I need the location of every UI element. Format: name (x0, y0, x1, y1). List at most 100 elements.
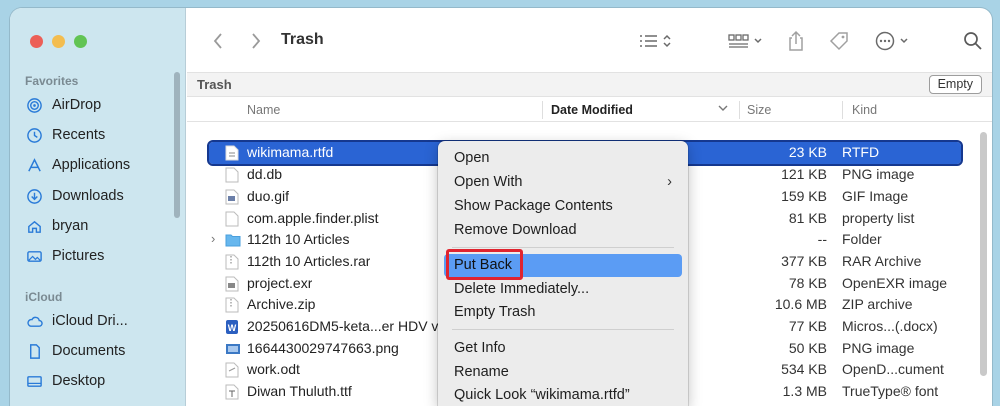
file-size: 1.3 MB (782, 383, 827, 399)
column-header-size[interactable]: Size (747, 103, 771, 117)
column-divider[interactable] (542, 101, 543, 119)
sidebar-item-bryan[interactable]: bryan (26, 215, 88, 237)
menu-separator (452, 247, 674, 248)
sidebar-item-applications[interactable]: Applications (26, 154, 130, 176)
menu-item-label: Open With (454, 174, 523, 190)
file-name: 112th 10 Articles.rar (247, 253, 371, 269)
menu-item-rename[interactable]: Rename (444, 361, 682, 384)
window-title: Trash (281, 31, 324, 48)
file-size: 121 KB (781, 166, 827, 182)
menu-item-get-info[interactable]: Get Info (444, 337, 682, 360)
image-thumbnail-icon (226, 344, 240, 354)
column-divider[interactable] (842, 101, 843, 119)
sort-chevron-icon (718, 102, 728, 116)
menu-item-empty-trash[interactable]: Empty Trash (444, 301, 682, 324)
tags-button[interactable] (827, 29, 851, 53)
file-kind: TrueType® font (842, 383, 939, 399)
sidebar-item-label: Documents (52, 343, 126, 359)
word-document-icon: W (226, 320, 238, 334)
more-actions-button[interactable] (873, 29, 917, 53)
chevron-right-icon (252, 33, 261, 49)
archive-file-icon (225, 254, 239, 270)
menu-item-quick-look[interactable]: Quick Look “wikimama.rtfd” (444, 384, 682, 406)
home-icon (28, 220, 41, 233)
column-header-name[interactable]: Name (247, 103, 280, 117)
file-kind: OpenD...cument (842, 361, 944, 377)
close-window-button[interactable] (30, 35, 43, 48)
svg-text:W: W (228, 323, 237, 333)
file-size: 81 KB (788, 210, 827, 226)
menu-item-show-package-contents[interactable]: Show Package Contents (444, 195, 682, 218)
file-name: 20250616DM5-keta...er HDV v (247, 318, 439, 334)
sidebar-item-label: Recents (52, 127, 106, 143)
file-size: 159 KB (781, 188, 827, 204)
file-icon (225, 211, 239, 227)
grid-icon (728, 34, 762, 48)
file-size: 78 KB (788, 275, 827, 291)
file-size: 77 KB (788, 318, 827, 334)
ellipsis-circle-icon (875, 31, 908, 51)
file-kind: Folder (842, 231, 882, 247)
photo-icon (27, 250, 42, 262)
file-name: Archive.zip (247, 296, 316, 312)
sidebar-item-recents[interactable]: Recents (26, 124, 105, 146)
sidebar-item-downloads[interactable]: Downloads (26, 185, 124, 207)
applications-icon (28, 157, 41, 172)
search-button[interactable] (961, 29, 985, 53)
sidebar-scrollbar[interactable] (174, 72, 180, 218)
path-bar: Trash Empty (187, 72, 992, 97)
menu-item-open-with[interactable]: Open With › (444, 171, 682, 194)
sidebar-item-icloud-drive[interactable]: iCloud Dri... (26, 310, 128, 332)
file-kind: GIF Image (842, 188, 909, 204)
file-list-scrollbar[interactable] (980, 132, 987, 376)
sidebar: Favorites AirDrop Recents Applications D… (10, 8, 186, 406)
file-name: Diwan Thuluth.ttf (247, 383, 352, 399)
group-button[interactable] (725, 29, 767, 53)
sidebar-item-airdrop[interactable]: AirDrop (26, 94, 101, 116)
minimize-window-button[interactable] (52, 35, 65, 48)
file-size: 23 KB (788, 144, 827, 160)
zoom-window-button[interactable] (74, 35, 87, 48)
sidebar-item-label: Desktop (52, 373, 106, 389)
share-icon (789, 30, 803, 51)
file-kind: RAR Archive (842, 253, 922, 269)
disclosure-chevron-icon[interactable]: › (211, 231, 215, 246)
tag-icon (829, 32, 848, 51)
file-name: com.apple.finder.plist (247, 210, 379, 226)
back-button[interactable] (209, 29, 227, 53)
menu-item-remove-download[interactable]: Remove Download (444, 219, 682, 242)
file-icon (225, 362, 239, 378)
forward-button[interactable] (247, 29, 265, 53)
favorites-header: Favorites (25, 74, 79, 88)
file-size: -- (817, 231, 827, 247)
file-size: 50 KB (788, 340, 827, 356)
list-view-icon (640, 34, 671, 48)
view-options-button[interactable] (635, 29, 677, 53)
window-controls (30, 35, 87, 48)
archive-file-icon (225, 297, 239, 313)
menu-item-delete-immediately[interactable]: Delete Immediately... (444, 278, 682, 301)
file-kind: OpenEXR image (842, 275, 948, 291)
sidebar-item-documents[interactable]: Documents (26, 340, 125, 362)
chevron-left-icon (213, 33, 222, 49)
clock-icon (27, 127, 42, 143)
file-size: 534 KB (781, 361, 827, 377)
share-button[interactable] (785, 29, 807, 53)
menu-item-open[interactable]: Open (444, 147, 682, 170)
sidebar-item-label: iCloud Dri... (52, 313, 128, 329)
column-headers: Name Date Modified Size Kind (187, 98, 992, 122)
column-divider[interactable] (739, 101, 740, 119)
document-icon (30, 343, 40, 359)
cloud-icon (27, 316, 43, 327)
file-kind: Micros...(.docx) (842, 318, 938, 334)
sidebar-item-desktop[interactable]: Desktop (26, 370, 105, 392)
download-icon (27, 188, 42, 204)
sidebar-item-pictures[interactable]: Pictures (26, 245, 104, 267)
column-header-kind[interactable]: Kind (852, 103, 877, 117)
column-header-date-modified[interactable]: Date Modified (551, 103, 633, 117)
file-name: wikimama.rtfd (247, 144, 334, 160)
file-icon (225, 167, 239, 183)
font-file-icon (225, 384, 239, 400)
annotation-highlight-box (446, 249, 523, 280)
empty-trash-button[interactable]: Empty (928, 75, 982, 94)
